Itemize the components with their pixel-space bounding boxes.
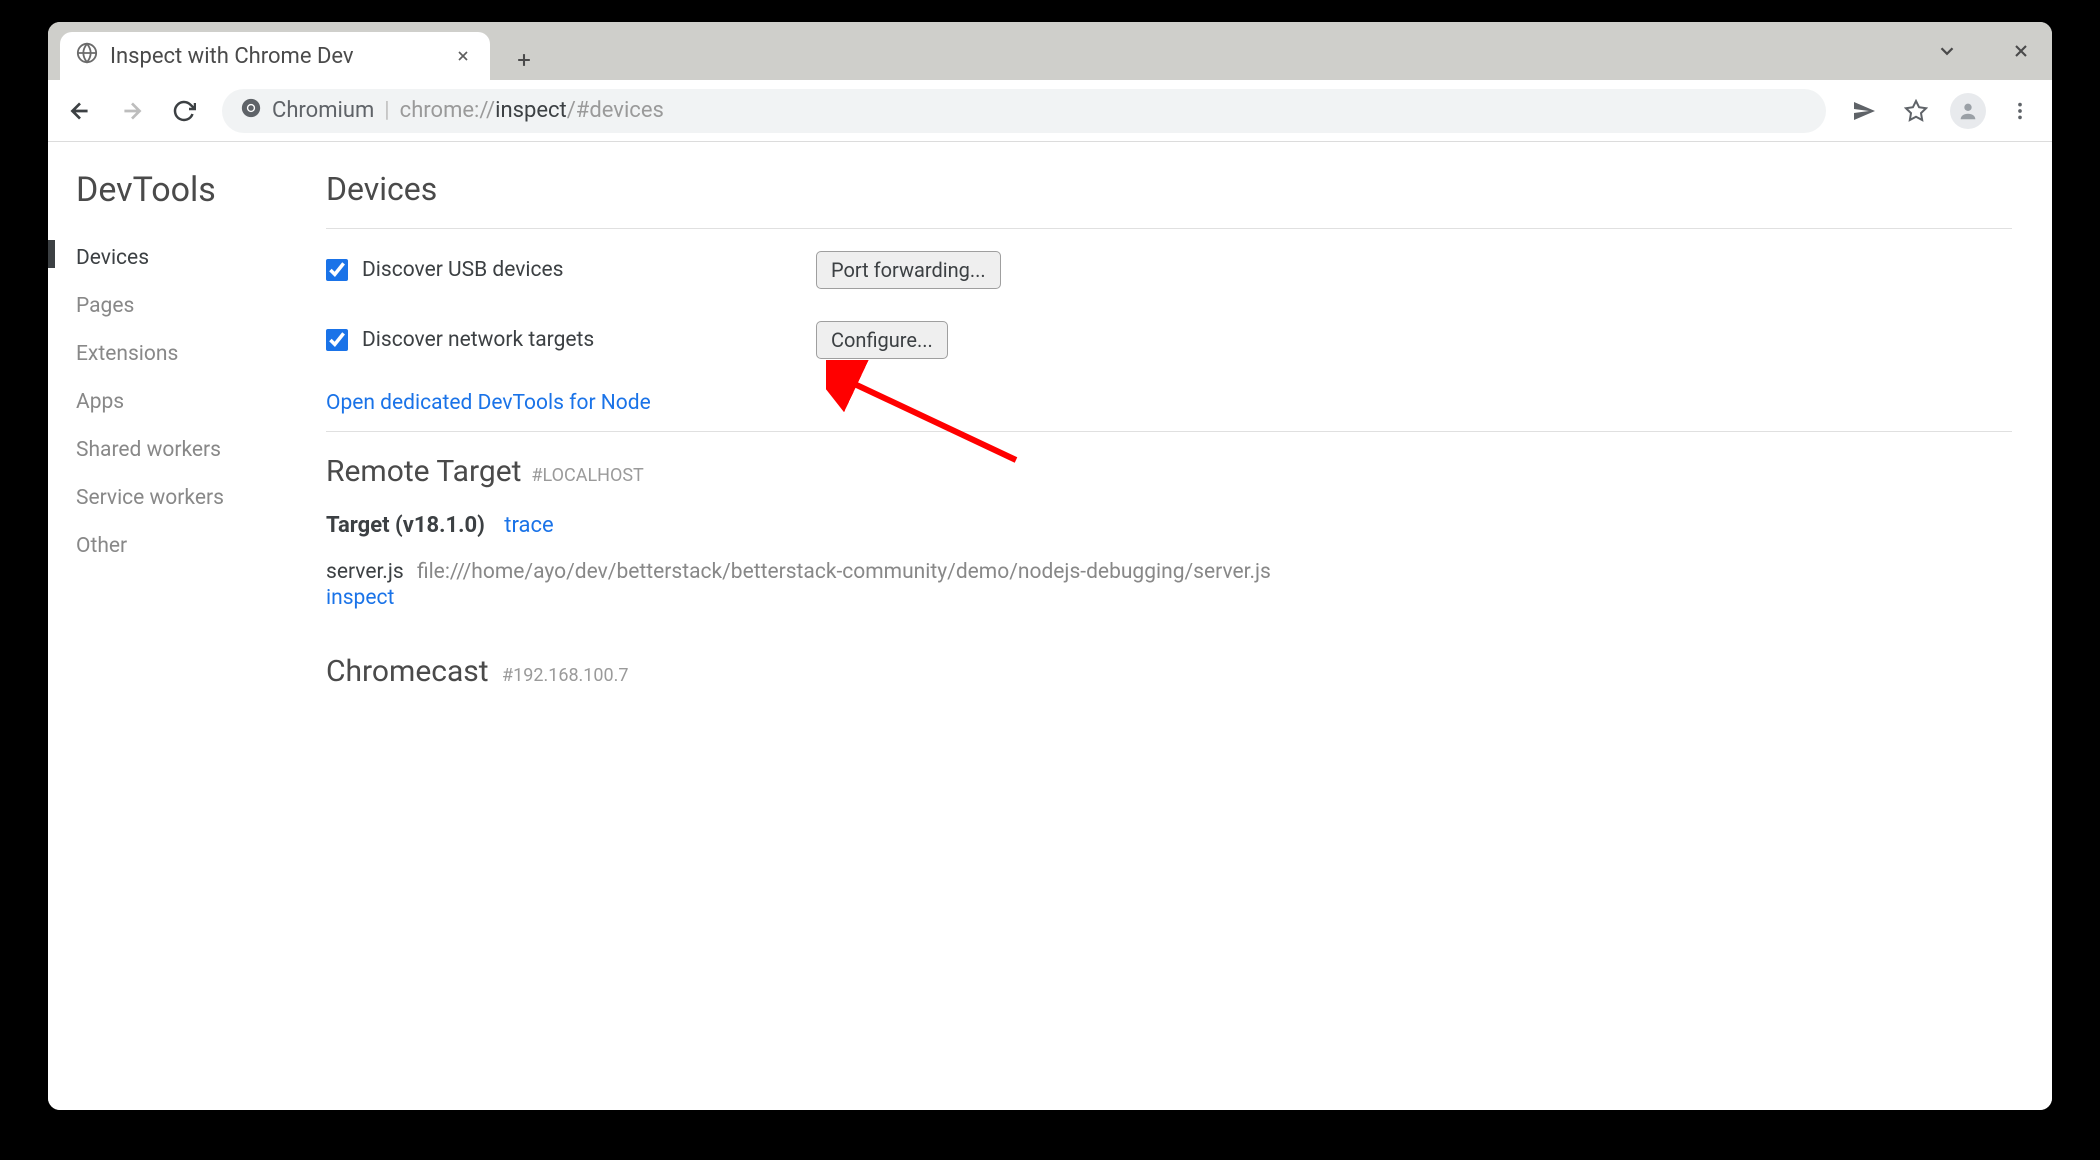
open-devtools-link[interactable]: Open dedicated DevTools for Node — [326, 391, 651, 415]
bookmark-button[interactable] — [1892, 87, 1940, 135]
omnibox-app-label: Chromium — [272, 98, 374, 123]
sidebar-item-service-workers[interactable]: Service workers — [76, 474, 306, 522]
page-title: Devices — [326, 170, 2012, 229]
sidebar-item-other[interactable]: Other — [76, 522, 306, 570]
tab-strip: Inspect with Chrome Dev — [48, 22, 2052, 80]
target-label: Target (v18.1.0) — [326, 513, 485, 538]
inspect-link[interactable]: inspect — [326, 586, 2012, 610]
globe-icon — [76, 42, 98, 70]
chromium-icon — [240, 97, 262, 125]
toolbar-right — [1840, 87, 2044, 135]
discover-usb-row: Discover USB devices Port forwarding... — [326, 251, 2012, 289]
send-icon[interactable] — [1840, 87, 1888, 135]
sidebar-item-pages[interactable]: Pages — [76, 282, 306, 330]
discover-network-checkbox[interactable] — [326, 329, 348, 351]
toolbar: Chromium | chrome://inspect/#devices — [48, 80, 2052, 142]
profile-button[interactable] — [1944, 87, 1992, 135]
discover-usb-checkbox[interactable] — [326, 259, 348, 281]
omnibox-divider: | — [384, 98, 389, 123]
reload-button[interactable] — [160, 87, 208, 135]
configure-button[interactable]: Configure... — [816, 321, 948, 359]
chromecast-heading: Chromecast #192.168.100.7 — [326, 654, 2012, 689]
target-file-row: server.js file:///home/ayo/dev/bettersta… — [326, 560, 2012, 584]
sidebar-item-extensions[interactable]: Extensions — [76, 330, 306, 378]
sidebar-item-shared-workers[interactable]: Shared workers — [76, 426, 306, 474]
forward-button[interactable] — [108, 87, 156, 135]
browser-window: Inspect with Chrome Dev — [48, 22, 2052, 1110]
remote-target-heading: Remote Target #LOCALHOST — [326, 454, 2012, 489]
port-forwarding-button[interactable]: Port forwarding... — [816, 251, 1001, 289]
sidebar: DevTools Devices Pages Extensions Apps S… — [48, 142, 306, 1110]
file-name: server.js — [326, 560, 404, 584]
sidebar-title: DevTools — [76, 170, 306, 210]
sidebar-item-apps[interactable]: Apps — [76, 378, 306, 426]
discover-network-label[interactable]: Discover network targets — [326, 328, 816, 352]
discover-network-row: Discover network targets Configure... — [326, 321, 2012, 359]
tab-title: Inspect with Chrome Dev — [110, 44, 440, 69]
file-path: file:///home/ayo/dev/betterstack/betters… — [417, 560, 1271, 584]
discover-usb-label[interactable]: Discover USB devices — [326, 258, 816, 282]
search-tabs-button[interactable] — [1930, 34, 1964, 68]
address-bar[interactable]: Chromium | chrome://inspect/#devices — [222, 89, 1826, 133]
target-row: Target (v18.1.0) trace — [326, 513, 2012, 538]
divider — [326, 431, 2012, 432]
sidebar-item-devices[interactable]: Devices — [76, 234, 306, 282]
close-tab-button[interactable] — [452, 45, 474, 67]
window-controls — [1930, 22, 2038, 80]
browser-tab[interactable]: Inspect with Chrome Dev — [60, 32, 490, 80]
page-content: DevTools Devices Pages Extensions Apps S… — [48, 142, 2052, 1110]
kebab-menu-button[interactable] — [1996, 87, 2044, 135]
main-panel: Devices Discover USB devices Port forwar… — [306, 142, 2052, 1110]
back-button[interactable] — [56, 87, 104, 135]
new-tab-button[interactable] — [504, 40, 544, 80]
trace-link[interactable]: trace — [504, 513, 553, 538]
omnibox-url: chrome://inspect/#devices — [400, 98, 664, 123]
close-window-button[interactable] — [2004, 34, 2038, 68]
